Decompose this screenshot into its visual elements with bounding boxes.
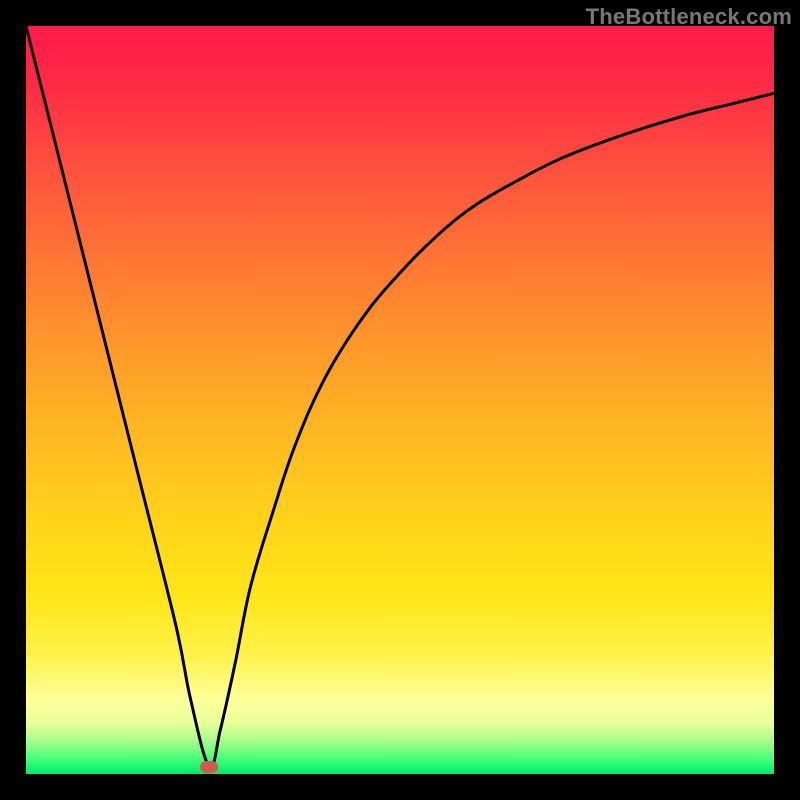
plot-area	[26, 26, 774, 774]
chart-frame: TheBottleneck.com	[0, 0, 800, 800]
bottleneck-curve	[26, 26, 774, 774]
minimum-marker	[200, 761, 218, 773]
curve-path	[26, 26, 774, 767]
watermark-text: TheBottleneck.com	[586, 4, 792, 30]
